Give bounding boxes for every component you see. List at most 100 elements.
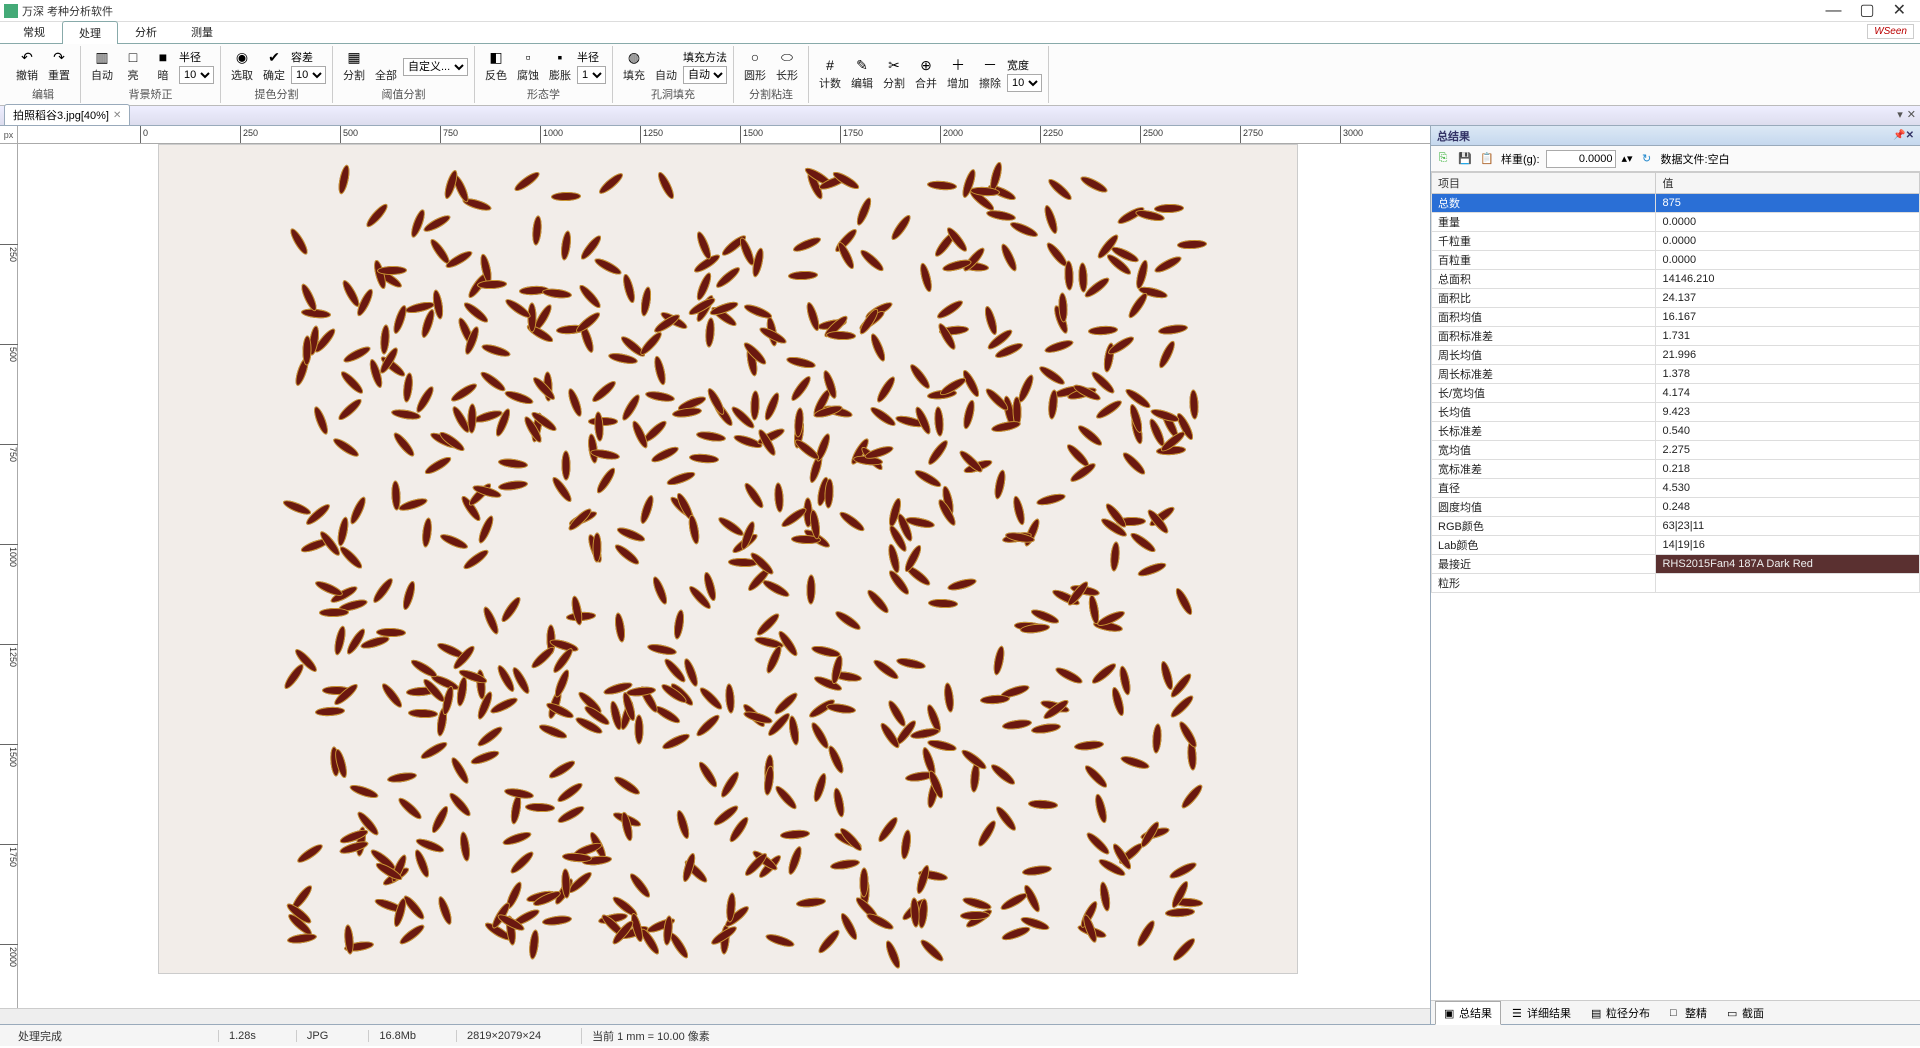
menu-tab-1[interactable]: 处理 <box>62 21 118 44</box>
result-row[interactable]: 百粒重0.0000 <box>1432 251 1920 270</box>
ribbon-param-select[interactable]: 1 <box>577 66 606 84</box>
seed-marker <box>674 809 691 840</box>
result-row[interactable]: 长/宽均值4.174 <box>1432 384 1920 403</box>
result-row[interactable]: 总数875 <box>1432 194 1920 213</box>
ribbon-btn-label: 计数 <box>819 75 841 91</box>
ribbon-btn-1-1[interactable]: □亮 <box>119 47 147 85</box>
results-tab-0[interactable]: ▣总结果 <box>1435 1001 1501 1025</box>
result-row[interactable]: RGB颜色63|23|11 <box>1432 517 1920 536</box>
result-row[interactable]: 最接近RHS2015Fan4 187A Dark Red <box>1432 555 1920 574</box>
ribbon-btn-4-2[interactable]: ▪膨胀 <box>545 47 575 85</box>
ruler-h-tick: 1000 <box>540 126 563 144</box>
menu-tab-3[interactable]: 测量 <box>174 20 230 43</box>
ribbon-btn-1-2[interactable]: ■暗 <box>149 47 177 85</box>
ribbon-btn-4-0[interactable]: ◧反色 <box>481 47 511 85</box>
result-row[interactable]: 面积比24.137 <box>1432 289 1920 308</box>
result-row[interactable]: 千粒重0.0000 <box>1432 232 1920 251</box>
sample-weight-input[interactable] <box>1546 150 1616 168</box>
ribbon-btn-2-1[interactable]: ✔确定 <box>259 47 289 85</box>
result-row[interactable]: 周长标准差1.378 <box>1432 365 1920 384</box>
result-row[interactable]: 长均值9.423 <box>1432 403 1920 422</box>
result-row[interactable]: 圆度均值0.248 <box>1432 498 1920 517</box>
results-tab-2[interactable]: ▤粒径分布 <box>1582 1001 1659 1025</box>
document-tab[interactable]: 拍照稻谷3.jpg[40%] ✕ <box>4 104 130 125</box>
save-icon[interactable]: 💾 <box>1457 151 1473 167</box>
result-row[interactable]: 宽均值2.275 <box>1432 441 1920 460</box>
ribbon-param-select[interactable]: 自动 <box>683 66 727 84</box>
spinner-icon[interactable]: ▴▾ <box>1622 152 1633 165</box>
ribbon-btn-4-1[interactable]: ▫腐蚀 <box>513 47 543 85</box>
image-canvas[interactable] <box>18 144 1430 1008</box>
ribbon-icon: ⬭ <box>779 49 795 65</box>
seed-marker <box>335 516 350 547</box>
ribbon-param-label: 容差 <box>291 49 326 65</box>
ribbon-btn-6-1[interactable]: ⬭长形 <box>772 47 802 85</box>
ribbon-btn-7-0[interactable]: #计数 <box>815 55 845 93</box>
result-row[interactable]: 面积标准差1.731 <box>1432 327 1920 346</box>
result-row[interactable]: 直径4.530 <box>1432 479 1920 498</box>
col-header-item[interactable]: 项目 <box>1432 173 1656 194</box>
ribbon-btn-3-0[interactable]: ▦分割 <box>339 47 369 85</box>
seed-marker <box>1110 542 1122 573</box>
menu-tab-2[interactable]: 分析 <box>118 20 174 43</box>
maximize-button[interactable]: ▢ <box>1859 4 1874 18</box>
ribbon-btn-6-0[interactable]: ○圆形 <box>740 47 770 85</box>
ribbon-btn-7-5[interactable]: －擦除 <box>975 55 1005 93</box>
result-row[interactable]: 重量0.0000 <box>1432 213 1920 232</box>
ribbon-btn-5-0[interactable]: ◍填充 <box>619 47 649 85</box>
ribbon-btn-1-0[interactable]: ▥自动 <box>87 47 117 85</box>
ribbon-btn-0-1[interactable]: ↷重置 <box>44 47 74 85</box>
menu-tab-0[interactable]: 常规 <box>6 20 62 43</box>
ribbon-btn-2-0[interactable]: ◉选取 <box>227 47 257 85</box>
horizontal-scrollbar[interactable] <box>0 1008 1430 1024</box>
result-row[interactable]: 周长均值21.996 <box>1432 346 1920 365</box>
seed-marker <box>1037 363 1067 387</box>
seed-marker <box>337 544 365 572</box>
seed-marker <box>1009 219 1040 239</box>
ribbon-param-select[interactable]: 自定义... <box>403 58 468 76</box>
result-row[interactable]: 面积均值16.167 <box>1432 308 1920 327</box>
ribbon-btn-7-2[interactable]: ✂分割 <box>879 55 909 93</box>
tab-dropdown-icon[interactable]: ▾ <box>1897 108 1903 121</box>
ribbon-param-select[interactable]: 10 <box>179 66 214 84</box>
seed-marker <box>614 612 627 643</box>
ribbon-btn-label: 分割 <box>883 75 905 91</box>
pin-icon[interactable]: 📌 <box>1893 130 1905 141</box>
result-value: 14146.210 <box>1656 270 1920 289</box>
seed-marker <box>751 247 766 278</box>
seed-marker <box>812 772 829 803</box>
ribbon-param-select[interactable]: 10 <box>1007 74 1042 92</box>
results-tab-1[interactable]: ☰详细结果 <box>1503 1001 1580 1025</box>
tab-close-all-icon[interactable]: ✕ <box>1907 108 1916 121</box>
col-header-value[interactable]: 值 <box>1656 173 1920 194</box>
ribbon-icon: ■ <box>155 49 171 65</box>
seed-marker <box>934 406 945 437</box>
ribbon-param-select[interactable]: 10 <box>291 66 326 84</box>
ribbon-btn-0-0[interactable]: ↶撤销 <box>12 47 42 85</box>
close-button[interactable]: ✕ <box>1893 4 1906 18</box>
image-content <box>158 144 1298 974</box>
result-key: 总面积 <box>1432 270 1656 289</box>
result-key: 圆度均值 <box>1432 498 1656 517</box>
result-row[interactable]: Lab颜色14|19|16 <box>1432 536 1920 555</box>
close-tab-icon[interactable]: ✕ <box>113 110 121 121</box>
clipboard-icon[interactable]: 📋 <box>1479 151 1495 167</box>
export-icon[interactable]: ⎘ <box>1435 151 1451 167</box>
panel-close-icon[interactable]: ✕ <box>1906 130 1914 141</box>
result-row[interactable]: 粒形 <box>1432 574 1920 593</box>
ruler-h-tick: 1250 <box>640 126 663 144</box>
ribbon-btn-7-4[interactable]: ＋增加 <box>943 55 973 93</box>
result-row[interactable]: 总面积14146.210 <box>1432 270 1920 289</box>
result-row[interactable]: 长标准差0.540 <box>1432 422 1920 441</box>
results-tab-4[interactable]: ▭截面 <box>1718 1001 1773 1025</box>
minimize-button[interactable]: — <box>1825 4 1841 18</box>
ribbon-btn-7-3[interactable]: ⊕合并 <box>911 55 941 93</box>
seed-marker <box>1189 389 1200 419</box>
refresh-icon[interactable]: ↻ <box>1639 151 1655 167</box>
ribbon-btn-5-1[interactable]: 自动 <box>651 47 681 85</box>
seed-marker <box>826 702 857 715</box>
result-row[interactable]: 宽标准差0.218 <box>1432 460 1920 479</box>
ribbon-btn-3-1[interactable]: 全部 <box>371 47 401 85</box>
ribbon-btn-7-1[interactable]: ✎编辑 <box>847 55 877 93</box>
results-tab-3[interactable]: □整精 <box>1661 1001 1716 1025</box>
